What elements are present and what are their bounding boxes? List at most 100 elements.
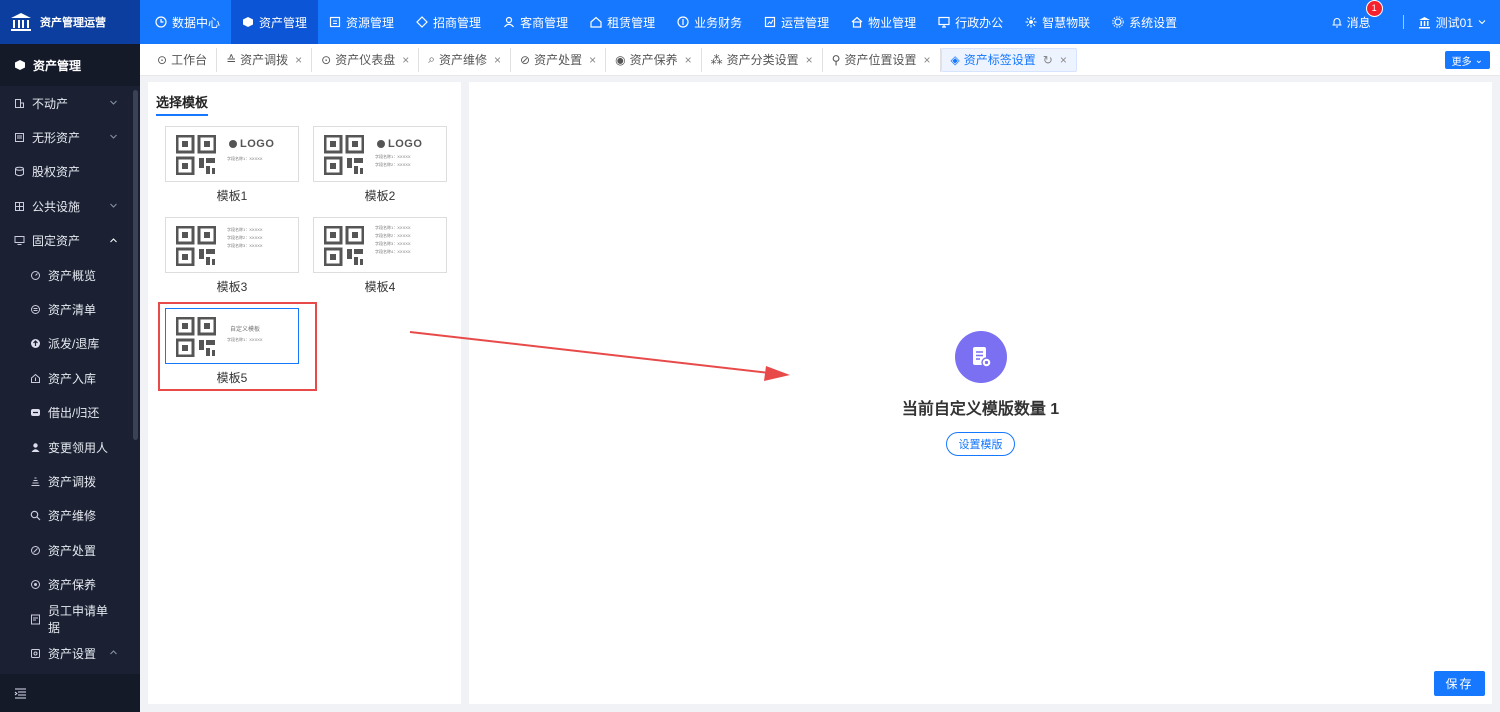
nav-investment-management[interactable]: 招商管理 bbox=[405, 0, 492, 44]
bank-logo-icon bbox=[10, 12, 32, 32]
sidebar-item-asset-maintenance[interactable]: 资产保养 bbox=[0, 567, 140, 601]
tab-asset-dashboard[interactable]: ⊙ 资产仪表盘 × bbox=[312, 47, 420, 72]
field-line: 字段名称3：XXXXX bbox=[375, 241, 411, 246]
sidebar-item-public-facilities[interactable]: 公共设施 bbox=[0, 189, 140, 223]
nav-property-management[interactable]: 物业管理 bbox=[840, 0, 927, 44]
close-icon[interactable]: × bbox=[685, 53, 692, 67]
template-4[interactable]: 字段名称1：XXXXX 字段名称2：XXXXX 字段名称3：XXXXX 字段名称… bbox=[313, 217, 447, 295]
sidebar: 资产管理 不动产 无形资产 股权资产 公共设施 固定资产 资产概览 资产清单 派… bbox=[0, 44, 140, 712]
nav-operation-management[interactable]: 运营管理 bbox=[753, 0, 840, 44]
bank-user-icon bbox=[1418, 16, 1431, 29]
messages-button[interactable]: 消息 1 bbox=[1331, 0, 1389, 31]
resource-icon bbox=[329, 16, 341, 28]
disposal-icon bbox=[30, 545, 41, 556]
close-icon[interactable]: × bbox=[806, 53, 813, 67]
template-2[interactable]: LOGO 字段名称1：XXXXX 字段名称2：XXXXX 模板2 bbox=[313, 126, 447, 204]
nav-business-finance[interactable]: 业务财务 bbox=[666, 0, 753, 44]
sidebar-item-asset-overview[interactable]: 资产概览 bbox=[0, 258, 140, 292]
close-icon[interactable]: × bbox=[589, 53, 596, 67]
field-line: 字段名称1：XXXXX bbox=[375, 154, 411, 159]
gear-icon bbox=[1112, 16, 1124, 28]
messages-label: 消息 bbox=[1346, 15, 1371, 30]
nav-asset-management[interactable]: 资产管理 bbox=[231, 0, 319, 44]
template-card[interactable]: 字段名称1：XXXXX 字段名称2：XXXXX 字段名称3：XXXXX bbox=[165, 217, 299, 273]
nav-lease-management[interactable]: 租赁管理 bbox=[579, 0, 666, 44]
sidebar-scrollbar[interactable] bbox=[133, 90, 138, 440]
sidebar-item-equity[interactable]: 股权资产 bbox=[0, 155, 140, 189]
nav-office-admin[interactable]: 行政办公 bbox=[927, 0, 1014, 44]
template-card[interactable]: 字段名称1：XXXXX 字段名称2：XXXXX 字段名称3：XXXXX 字段名称… bbox=[313, 217, 447, 273]
nav-merchant-management[interactable]: 客商管理 bbox=[492, 0, 579, 44]
form-icon bbox=[30, 614, 41, 625]
tab-asset-repair[interactable]: ⌕ 资产维修 × bbox=[419, 47, 512, 72]
chevron-up-icon bbox=[110, 650, 117, 655]
template-card[interactable]: LOGO 字段名称1：XXXXX 字段名称2：XXXXX bbox=[313, 126, 447, 182]
sidebar-item-real-estate[interactable]: 不动产 bbox=[0, 86, 140, 120]
sidebar-item-intangible[interactable]: 无形资产 bbox=[0, 120, 140, 154]
field-line: 字段名称4：XXXXX bbox=[375, 249, 411, 254]
user-menu[interactable]: 测试01 bbox=[1418, 14, 1486, 31]
location-icon: ⚲ bbox=[831, 52, 841, 67]
tab-asset-disposal[interactable]: ⊘ 资产处置 × bbox=[511, 47, 607, 72]
template-card[interactable]: LOGO 字段名称1：XXXXX bbox=[165, 126, 299, 182]
field-line: 字段名称2：XXXXX bbox=[227, 235, 263, 240]
nav-smart-iot[interactable]: 智慧物联 bbox=[1014, 0, 1101, 44]
iot-icon bbox=[1025, 16, 1037, 28]
more-tabs-button[interactable]: 更多 ⌄ bbox=[1444, 51, 1490, 69]
sidebar-item-asset-disposal[interactable]: 资产处置 bbox=[0, 533, 140, 567]
sidebar-item-employee-requests[interactable]: 员工申请单据 bbox=[0, 602, 140, 636]
template-1[interactable]: LOGO 字段名称1：XXXXX 模板1 bbox=[165, 126, 299, 204]
asset-icon bbox=[14, 59, 26, 71]
tab-workbench[interactable]: ⊙ 工作台 bbox=[148, 47, 218, 72]
save-button[interactable]: 保存 bbox=[1434, 671, 1485, 696]
monitor-icon bbox=[14, 235, 25, 246]
search-icon bbox=[30, 510, 41, 521]
chevron-down-icon: ⌄ bbox=[1474, 54, 1483, 66]
template-label: 模板1 bbox=[216, 189, 248, 203]
sidebar-item-asset-inbound[interactable]: 资产入库 bbox=[0, 361, 140, 395]
field-line: 字段名称2：XXXXX bbox=[375, 233, 411, 238]
top-right-area: 消息 1 测试01 bbox=[1331, 0, 1500, 44]
collapse-sidebar-button[interactable] bbox=[0, 674, 140, 712]
sidebar-item-dispatch-return[interactable]: 派发/退库 bbox=[0, 327, 140, 361]
close-icon[interactable]: × bbox=[1060, 53, 1067, 67]
building-icon bbox=[851, 16, 863, 28]
gauge-icon bbox=[30, 270, 41, 281]
tab-asset-transfer[interactable]: ≙ 资产调拨 × bbox=[217, 47, 313, 72]
nav-system-settings[interactable]: 系统设置 bbox=[1101, 0, 1188, 44]
sidebar-item-asset-transfer[interactable]: 资产调拨 bbox=[0, 464, 140, 498]
main-content: 当前自定义模版数量 1 设置模版 保存 bbox=[469, 82, 1492, 704]
template-3[interactable]: 字段名称1：XXXXX 字段名称2：XXXXX 字段名称3：XXXXX 模板3 bbox=[165, 217, 299, 295]
clock-icon bbox=[155, 16, 167, 28]
refresh-icon[interactable]: ↻ bbox=[1043, 53, 1053, 67]
qr-code-icon bbox=[324, 226, 364, 266]
brand[interactable]: 资产管理运营 bbox=[0, 0, 140, 44]
close-icon[interactable]: × bbox=[402, 53, 409, 67]
tab-location-settings[interactable]: ⚲ 资产位置设置 × bbox=[823, 47, 941, 72]
divider bbox=[1402, 15, 1404, 29]
transfer-icon bbox=[30, 476, 41, 487]
set-template-button[interactable]: 设置模版 bbox=[946, 432, 1015, 456]
close-icon[interactable]: × bbox=[494, 53, 501, 67]
sidebar-item-asset-settings[interactable]: 资产设置 bbox=[0, 636, 140, 670]
field-line: 字段名称1：XXXXX bbox=[375, 225, 411, 230]
chevron-down-icon bbox=[110, 135, 117, 140]
nav-resource-management[interactable]: 资源管理 bbox=[318, 0, 405, 44]
chevron-down-icon bbox=[1478, 18, 1486, 26]
sidebar-item-fixed-assets[interactable]: 固定资产 bbox=[0, 224, 140, 258]
monitor-icon bbox=[938, 16, 950, 28]
sidebar-item-asset-repair[interactable]: 资产维修 bbox=[0, 499, 140, 533]
sidebar-item-lend-return[interactable]: 借出/归还 bbox=[0, 396, 140, 430]
chevron-up-icon bbox=[110, 237, 117, 242]
close-icon[interactable]: × bbox=[295, 53, 302, 67]
template-label: 模板3 bbox=[216, 280, 248, 294]
sidebar-item-change-recipient[interactable]: 变更领用人 bbox=[0, 430, 140, 464]
bell-icon bbox=[1331, 16, 1343, 28]
sidebar-item-asset-list[interactable]: 资产清单 bbox=[0, 292, 140, 326]
tab-label-settings[interactable]: ◈ 资产标签设置 ↻ × bbox=[940, 47, 1077, 72]
close-icon[interactable]: × bbox=[923, 53, 930, 67]
chevron-down-icon bbox=[110, 100, 117, 105]
tab-asset-maintenance[interactable]: ◉ 资产保养 × bbox=[606, 47, 702, 72]
nav-data-center[interactable]: 数据中心 bbox=[144, 0, 231, 44]
tab-category-settings[interactable]: ⁂ 资产分类设置 × bbox=[702, 47, 823, 72]
